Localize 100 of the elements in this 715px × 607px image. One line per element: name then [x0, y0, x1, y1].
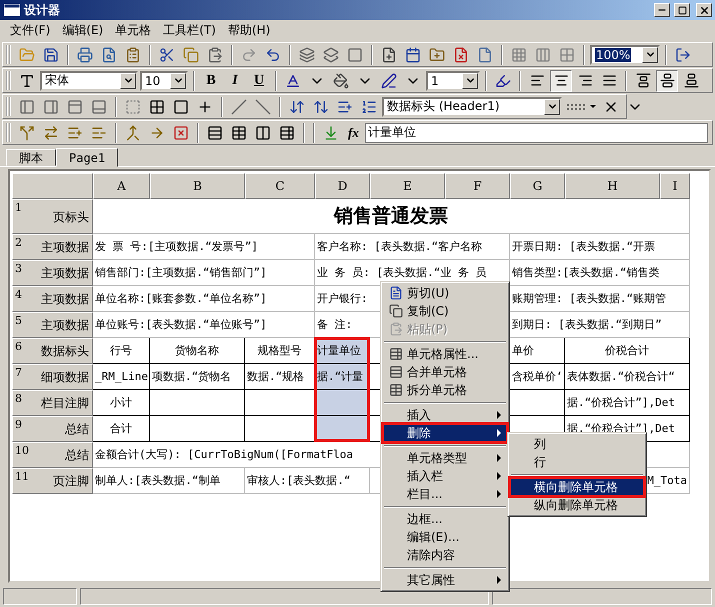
menu-bar-item[interactable]: 帮助(H) — [222, 22, 276, 38]
line-style-dropdown-icon[interactable] — [566, 102, 596, 112]
fill-color-icon[interactable] — [333, 72, 349, 88]
menu-bar-item[interactable]: 编辑(E) — [56, 22, 110, 38]
diagonal-line-icon[interactable] — [255, 98, 271, 114]
table-properties-icon — [389, 347, 403, 361]
font-icon[interactable] — [19, 72, 35, 88]
menu-item[interactable]: 合并单元格 — [383, 363, 507, 381]
table-icon[interactable] — [279, 124, 295, 140]
menu-item[interactable]: 栏目... — [383, 485, 507, 503]
align-button[interactable] — [550, 70, 572, 92]
menu-item[interactable]: 拆分单元格 — [383, 381, 507, 399]
new-folder-icon[interactable] — [429, 46, 445, 62]
right-border-icon[interactable] — [43, 98, 59, 114]
inner-border-icon[interactable] — [197, 98, 213, 114]
menu-item[interactable]: 列 — [510, 435, 644, 453]
font-select[interactable]: 宋体 — [40, 70, 138, 90]
grid-icon[interactable] — [559, 46, 575, 62]
vertical-align-icon — [636, 73, 650, 88]
close-button[interactable] — [696, 3, 712, 17]
new-page-icon[interactable] — [381, 46, 397, 62]
zoom-select[interactable]: 100% — [590, 44, 660, 64]
undo-icon[interactable] — [265, 46, 281, 62]
bottom-border-icon[interactable] — [91, 98, 107, 114]
clipboard-icon[interactable] — [125, 46, 141, 62]
outer-border-icon[interactable] — [173, 98, 189, 114]
printer-icon[interactable] — [77, 46, 93, 62]
list-plus-icon[interactable] — [67, 124, 83, 140]
minimize-button[interactable] — [654, 3, 670, 17]
square-x-icon[interactable] — [173, 124, 189, 140]
toolbar-grip[interactable] — [6, 97, 11, 116]
print-preview-icon[interactable] — [101, 46, 117, 62]
text-style-button[interactable]: I — [224, 70, 246, 92]
arrows-icon[interactable] — [43, 124, 59, 140]
sheet-tab[interactable]: 脚本 — [6, 149, 56, 166]
download-arrow-icon[interactable] — [323, 124, 339, 140]
band-label: 总结 — [65, 421, 89, 438]
formula-field[interactable]: 计量单位 — [364, 122, 708, 142]
font-size-select[interactable]: 10 — [140, 70, 188, 90]
cell-text: 合计 — [110, 421, 132, 436]
menu-item[interactable]: 复制(C) — [383, 302, 507, 320]
menu-item[interactable]: 插入栏 — [383, 467, 507, 485]
font-color-icon[interactable] — [285, 72, 301, 88]
left-border-icon[interactable] — [19, 98, 35, 114]
toolbar-grip[interactable] — [6, 45, 11, 64]
merge-icon[interactable] — [125, 124, 141, 140]
menu-item[interactable]: 纵向删除单元格 — [510, 496, 644, 514]
line-width-select[interactable]: 1 — [426, 70, 480, 90]
layers-icon[interactable] — [299, 46, 315, 62]
formula-button[interactable]: fx — [344, 124, 363, 140]
top-border-icon[interactable] — [67, 98, 83, 114]
cut-icon[interactable] — [159, 46, 175, 62]
menu-bar-item[interactable]: 工具栏(T) — [157, 22, 222, 38]
sheet-tab[interactable]: Page1 — [56, 148, 118, 167]
swap-icon[interactable] — [313, 98, 329, 114]
text-style-button[interactable]: U — [248, 70, 270, 92]
line-color-icon[interactable] — [381, 72, 397, 88]
toolbar-grip[interactable] — [6, 123, 11, 142]
menu-item[interactable]: 横向删除单元格 — [510, 478, 644, 496]
all-borders-icon[interactable] — [149, 98, 165, 114]
table-icon[interactable] — [231, 124, 247, 140]
calendar-icon[interactable] — [405, 46, 421, 62]
menu-item[interactable]: 边框... — [383, 510, 507, 528]
rows-icon[interactable] — [207, 124, 223, 140]
list-plus-icon[interactable] — [337, 98, 353, 114]
maximize-button[interactable] — [674, 3, 690, 17]
menu-item[interactable]: 单元格类型 — [383, 449, 507, 467]
paste-icon[interactable] — [207, 46, 223, 62]
menu-item[interactable]: 清除内容 — [383, 546, 507, 564]
delete-page-icon[interactable] — [453, 46, 469, 62]
dashed-border-icon[interactable] — [125, 98, 141, 114]
menu-item[interactable]: 剪切(U) — [383, 284, 507, 302]
vertical-align-button[interactable] — [656, 70, 678, 92]
menu-item[interactable]: 其它属性 — [383, 571, 507, 589]
menu-bar-item[interactable]: 文件(F) — [4, 22, 56, 38]
cell-text: 据.“计量 — [317, 369, 364, 384]
grid-icon[interactable] — [511, 46, 527, 62]
menu-item[interactable]: 单元格属性... — [383, 345, 507, 363]
menu-bar-item[interactable]: 单元格 — [109, 22, 158, 38]
layers-icon[interactable] — [323, 46, 339, 62]
split-icon[interactable] — [19, 124, 35, 140]
diagonal-line-icon[interactable] — [231, 98, 247, 114]
cell-text: 发 票 号:[主项数据.“发票号”] — [95, 239, 258, 254]
list-minus-icon[interactable] — [91, 124, 107, 140]
menu-item[interactable]: 删除 — [383, 424, 507, 442]
toolbar-grip[interactable] — [6, 71, 11, 90]
list-icon[interactable] — [361, 98, 377, 114]
menu-item[interactable]: 行 — [510, 453, 644, 471]
exit-icon[interactable] — [675, 46, 691, 62]
page-icon[interactable] — [477, 46, 493, 62]
columns-icon[interactable] — [255, 124, 271, 140]
menu-item[interactable]: 编辑(E)... — [383, 528, 507, 546]
text-style-button[interactable]: B — [200, 70, 222, 92]
save-icon[interactable] — [43, 46, 59, 62]
swap-icon[interactable] — [289, 98, 305, 114]
band-type-select[interactable]: 数据标头 (Header1) — [382, 96, 562, 116]
document-icon — [389, 286, 403, 300]
square-icon[interactable] — [347, 46, 363, 62]
submenu-arrow-icon — [497, 429, 501, 437]
highlighter-icon[interactable] — [495, 72, 511, 88]
